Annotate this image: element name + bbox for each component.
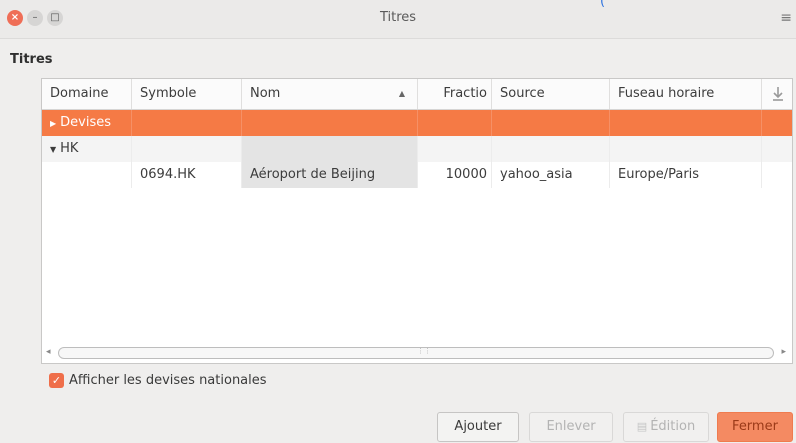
expand-arrow-icon[interactable]: ▶ [50,119,56,128]
group-label: HK [60,141,79,156]
edit-button-label: Édition [650,419,696,434]
empty-cell [418,110,492,136]
column-header-domaine[interactable]: Domaine [42,79,132,109]
edit-button[interactable]: ▤ Édition [623,412,709,442]
horizontal-scrollbar[interactable]: ◂ ⋮⋮ ▸ [44,346,788,359]
group-cell: ▼ HK [42,136,132,162]
checkmark-icon: ✓ [51,374,62,387]
scrollbar-track[interactable] [58,347,774,359]
column-header-symbole[interactable]: Symbole [132,79,242,109]
window-title: Titres [379,10,417,25]
empty-cell [132,136,242,162]
section-title: Titres [10,52,53,67]
empty-cell [242,136,418,162]
cell-nom: Aéroport de Beijing [242,162,418,188]
title-bar: × – □ Titres ≡ [0,0,796,39]
column-header-nom-label: Nom [250,86,281,101]
menu-icon[interactable]: ≡ [780,10,792,26]
scroll-right-icon[interactable]: ▸ [781,346,786,358]
show-national-currencies-checkbox[interactable]: ✓ [49,373,64,388]
table-row[interactable]: 0694.HK Aéroport de Beijing 10000 yahoo_… [42,162,792,188]
securities-table[interactable]: Domaine Symbole Nom ▲ Fractio Source Fus… [41,78,793,364]
sort-ascending-icon: ▲ [398,89,405,98]
remove-button[interactable]: Enlever [529,412,613,442]
edit-icon: ▤ [636,420,648,433]
cell-fraction: 10000 [418,162,492,188]
empty-cell [610,136,762,162]
empty-cell [610,110,762,136]
cursor-mark: ( [600,0,606,9]
empty-cell [492,136,610,162]
empty-cell [492,110,610,136]
column-header-fraction[interactable]: Fractio [418,79,492,109]
cell-source: yahoo_asia [492,162,610,188]
column-chooser-button[interactable] [762,79,792,109]
cell-symbole: 0694.HK [132,162,242,188]
table-header: Domaine Symbole Nom ▲ Fractio Source Fus… [42,79,792,110]
scrollbar-grip-icon: ⋮⋮ [417,347,431,355]
column-header-nom[interactable]: Nom ▲ [242,79,418,109]
empty-cell [242,110,418,136]
scroll-left-icon[interactable]: ◂ [46,346,51,358]
column-chooser-icon [773,87,783,101]
group-cell: ▶ Devises [42,110,132,136]
group-row-devises[interactable]: ▶ Devises [42,110,792,136]
close-button[interactable]: Fermer [717,412,793,442]
column-header-fuseau-horaire[interactable]: Fuseau horaire [610,79,762,109]
empty-cell [418,136,492,162]
group-row-hk[interactable]: ▼ HK [42,136,792,162]
column-header-source[interactable]: Source [492,79,610,109]
group-label: Devises [60,115,112,130]
cell-domaine [42,162,132,188]
cell-fuseau-horaire: Europe/Paris [610,162,762,188]
empty-cell [132,110,242,136]
show-national-currencies-label[interactable]: Afficher les devises nationales [69,372,267,390]
collapse-arrow-icon[interactable]: ▼ [50,145,56,154]
add-button[interactable]: Ajouter [437,412,519,442]
